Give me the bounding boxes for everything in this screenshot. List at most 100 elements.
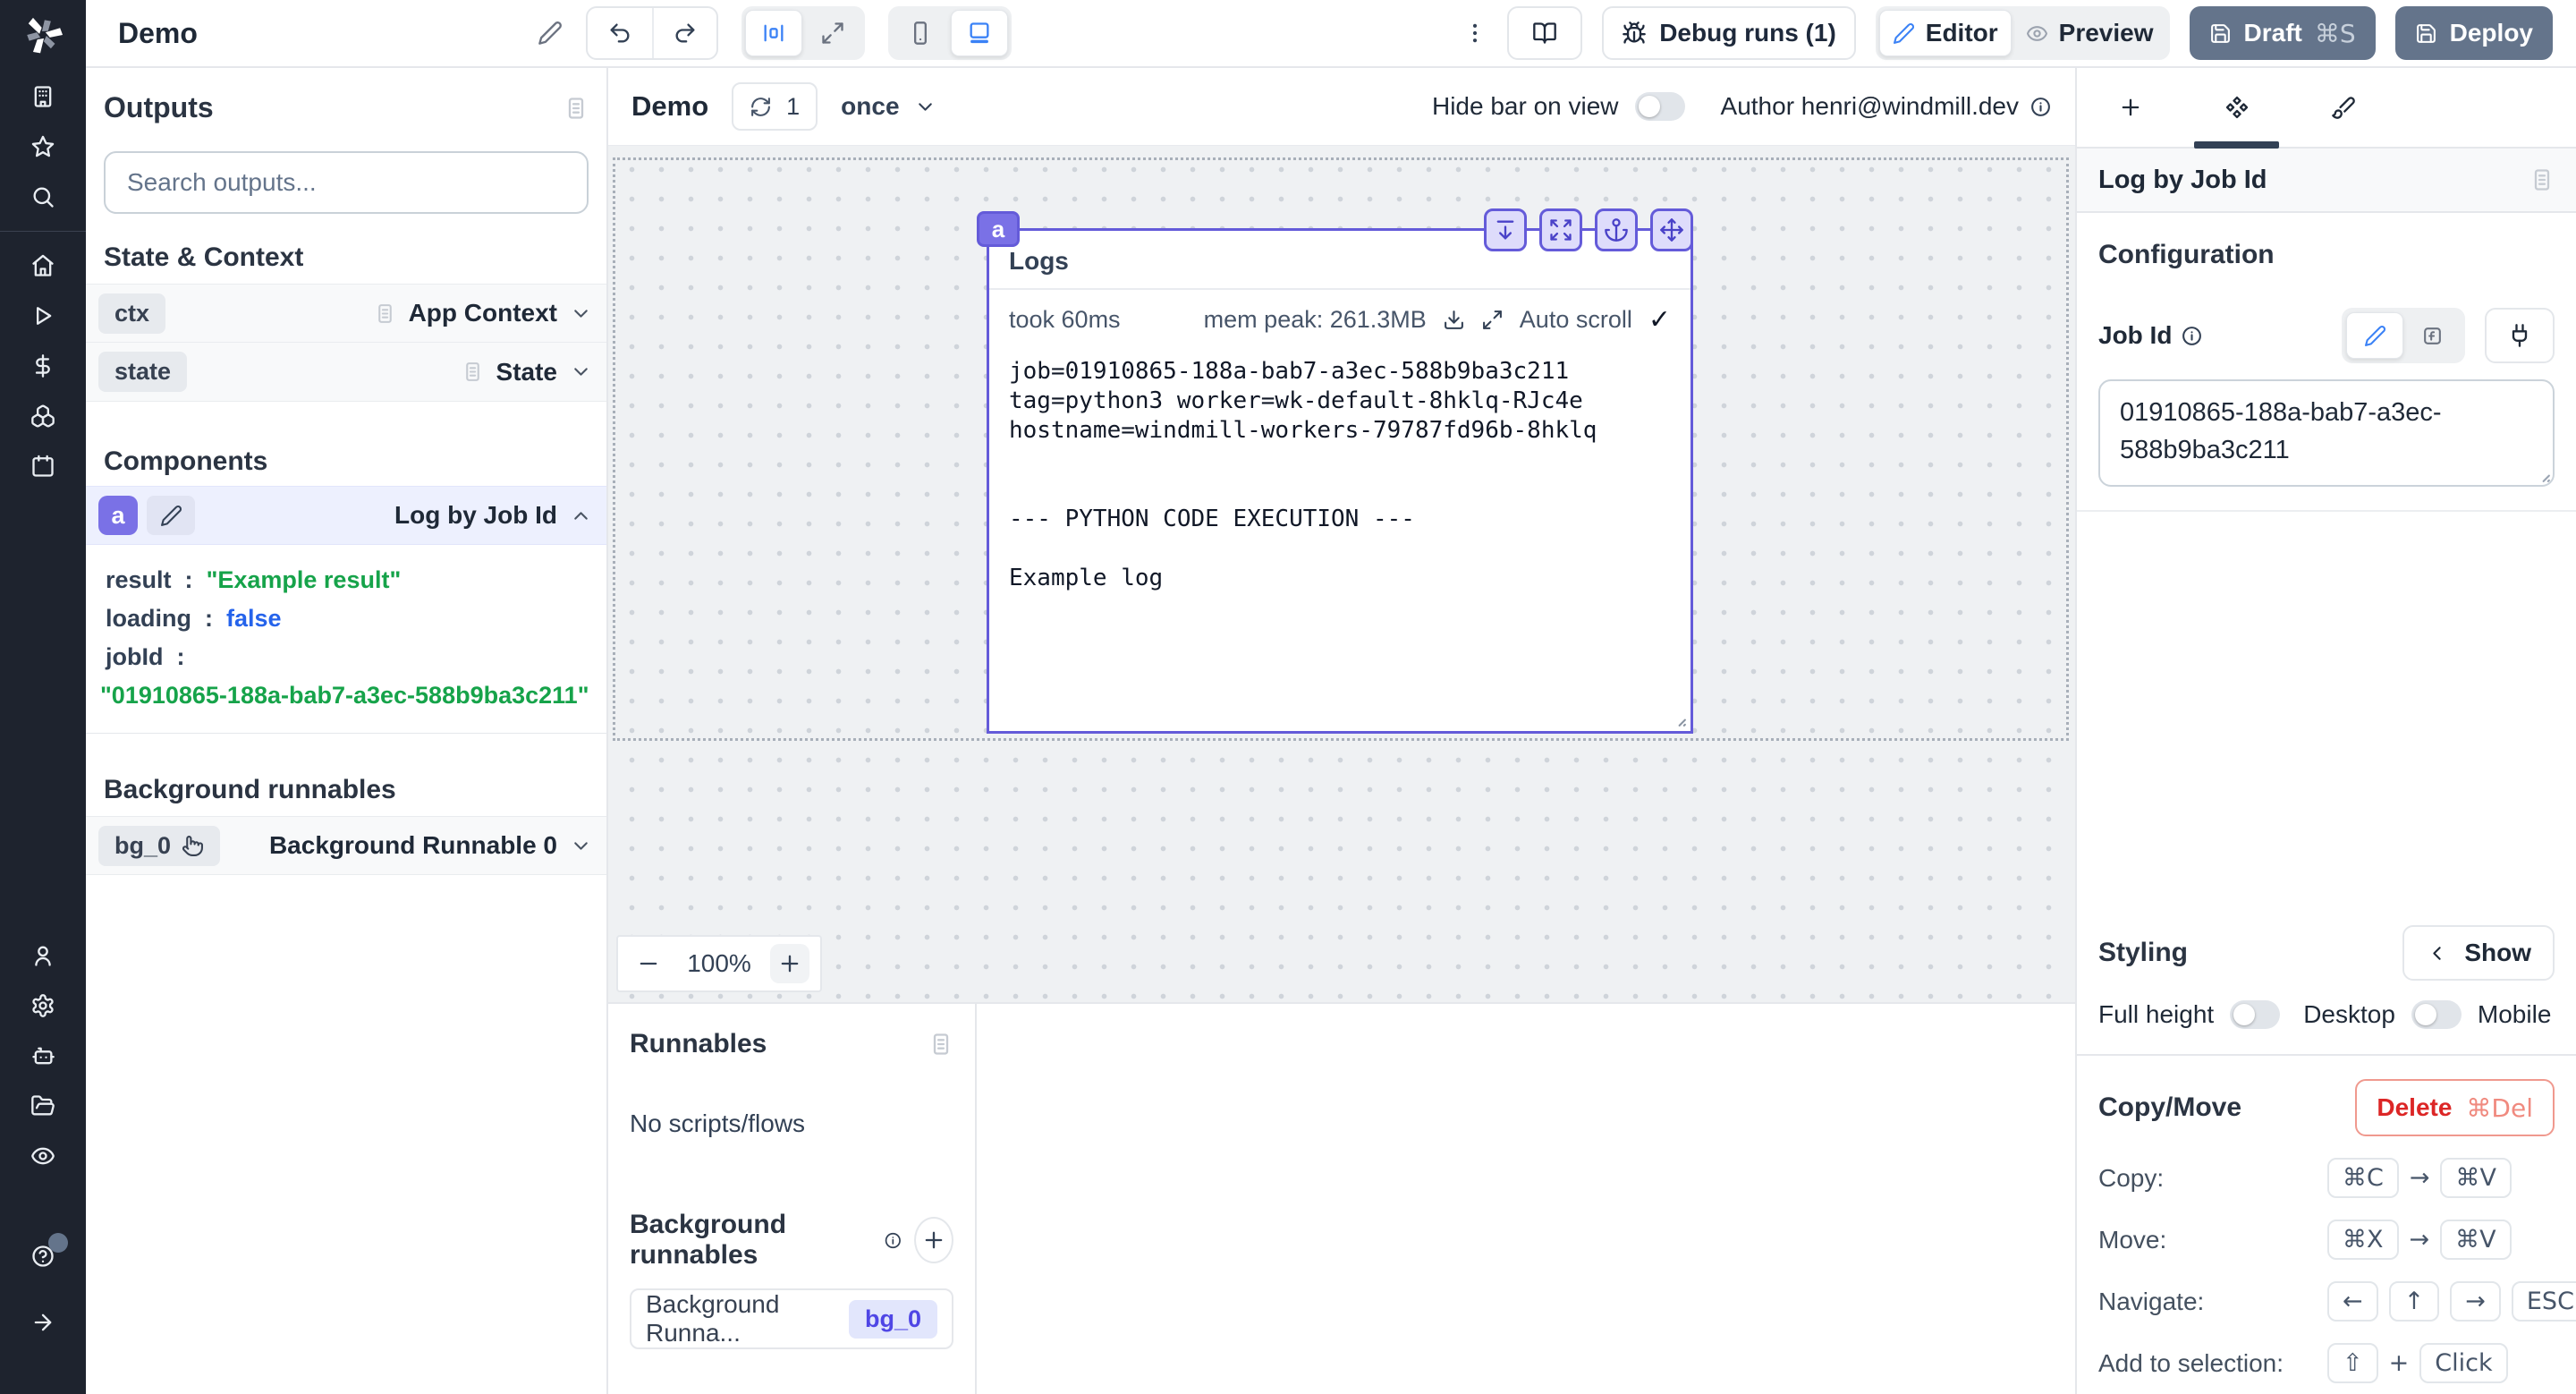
brush-icon <box>2331 95 2356 120</box>
tab-editor[interactable]: Editor <box>1879 10 2012 56</box>
doc-icon <box>462 361 484 383</box>
settings-gear-icon[interactable] <box>21 984 64 1027</box>
resize-handle-icon[interactable] <box>1665 706 1688 728</box>
add-background-runnable-button[interactable] <box>914 1217 953 1263</box>
help-notification-dot <box>48 1233 68 1253</box>
prop-jobid[interactable]: jobId : <box>106 638 606 676</box>
home-icon[interactable] <box>21 244 64 287</box>
favorites-star-icon[interactable] <box>21 125 64 168</box>
edit-component-id-pencil-icon[interactable] <box>147 496 195 535</box>
refresh-mode-dropdown[interactable]: once <box>841 92 936 121</box>
hide-bar-toggle[interactable] <box>1635 92 1685 121</box>
zoom-in-button[interactable] <box>770 944 809 983</box>
auto-scroll-check-icon[interactable]: ✓ <box>1648 304 1671 336</box>
doc-icon[interactable] <box>928 1032 953 1057</box>
desktop-toggle[interactable] <box>2411 1000 2462 1029</box>
doc-icon[interactable] <box>564 96 589 121</box>
workers-bot-icon[interactable] <box>21 1034 64 1077</box>
workspace-buildings-icon[interactable] <box>21 75 64 118</box>
bg0-row-label: Background Runnable 0 <box>269 831 557 860</box>
background-runnable-item[interactable]: Background Runna... bg_0 <box>630 1288 953 1349</box>
windmill-app-editor: Demo Debug runs (1) <box>0 0 2576 1394</box>
folders-icon[interactable] <box>21 1084 64 1127</box>
rename-app-pencil-icon[interactable] <box>538 21 563 46</box>
variables-dollar-icon[interactable] <box>21 344 64 387</box>
download-logs-icon[interactable] <box>1443 309 1465 331</box>
tab-add-component[interactable] <box>2077 68 2183 147</box>
debug-runs-button[interactable]: Debug runs (1) <box>1602 6 1856 60</box>
windmill-logo[interactable] <box>0 0 86 68</box>
info-icon[interactable] <box>884 1229 902 1252</box>
background-runnable-row[interactable]: bg_0 Background Runnable 0 <box>86 816 606 875</box>
undo-button[interactable] <box>588 8 652 58</box>
chevron-down-icon <box>914 96 936 118</box>
inspector-header: Log by Job Id <box>2077 149 2576 213</box>
refresh-button[interactable]: 1 <box>732 82 818 131</box>
zoom-control: 100% <box>616 935 822 992</box>
runnables-panel: Runnables No scripts/flows Background ru… <box>608 1004 977 1394</box>
job-id-input[interactable]: 01910865-188a-bab7-a3ec-588b9ba3c211 <box>2098 379 2555 487</box>
tab-styling-brush[interactable] <box>2290 68 2396 147</box>
prop-loading[interactable]: loading : false <box>106 599 606 638</box>
background-runnables-heading: Background runnables <box>104 775 396 804</box>
app-title: Demo <box>118 17 198 50</box>
centered-layout-button[interactable] <box>745 10 802 56</box>
docs-button[interactable] <box>1507 6 1582 60</box>
doc-icon[interactable] <box>2529 167 2555 192</box>
bg-runnable-item-label: Background Runna... <box>646 1290 833 1347</box>
component-action-chips <box>1484 208 1693 251</box>
info-icon[interactable] <box>2181 325 2203 347</box>
prop-result[interactable]: result : "Example result" <box>106 561 606 599</box>
bug-icon <box>1622 21 1647 46</box>
mobile-view-button[interactable] <box>892 10 949 56</box>
shortcut-row-copy: Copy: ⌘C → ⌘V <box>2098 1158 2555 1198</box>
connect-plug-button[interactable] <box>2485 308 2555 363</box>
component-id-badge: a <box>98 496 138 535</box>
fullwidth-layout-button[interactable] <box>804 10 861 56</box>
prop-jobid-value[interactable]: "01910865-188a-bab7-a3ec-588b9ba3c211" <box>100 676 606 715</box>
delete-shortcut: ⌘Del <box>2466 1093 2533 1123</box>
undo-redo-group <box>586 6 718 60</box>
app-canvas: a Logs took 60ms mem peak: 261.3MB <box>608 146 2075 1002</box>
anchor-icon[interactable] <box>1595 208 1638 251</box>
delete-component-button[interactable]: Delete ⌘Del <box>2355 1079 2555 1136</box>
desktop-view-button[interactable] <box>951 10 1008 56</box>
logs-component[interactable]: a Logs took 60ms mem peak: 261.3MB <box>987 228 1693 734</box>
expand-icon[interactable] <box>1539 208 1582 251</box>
bg0-key-badge: bg_0 <box>98 826 220 866</box>
output-row-ctx[interactable]: ctx App Context <box>86 284 606 343</box>
search-icon[interactable] <box>21 175 64 218</box>
resources-boxes-icon[interactable] <box>21 395 64 438</box>
expression-input-fx-button[interactable] <box>2403 312 2461 359</box>
delete-label: Delete <box>2377 1093 2452 1122</box>
full-height-toggle[interactable] <box>2230 1000 2280 1029</box>
runs-play-icon[interactable] <box>21 294 64 337</box>
expand-logs-icon[interactable] <box>1481 309 1504 331</box>
search-outputs-input[interactable] <box>104 151 589 214</box>
draft-button[interactable]: Draft ⌘S <box>2190 6 2376 60</box>
static-input-pencil-button[interactable] <box>2346 312 2403 359</box>
expand-down-icon[interactable] <box>1484 208 1527 251</box>
tab-preview[interactable]: Preview <box>2013 10 2166 56</box>
component-row-label: Log by Job Id <box>394 501 557 530</box>
zoom-out-button[interactable] <box>629 944 668 983</box>
help-icon[interactable] <box>21 1235 64 1278</box>
kbd-key: ⌘V <box>2440 1220 2511 1260</box>
move-icon[interactable] <box>1650 208 1693 251</box>
output-row-state[interactable]: state State <box>86 343 606 402</box>
rail-divider <box>0 231 86 232</box>
audit-eye-icon[interactable] <box>21 1135 64 1177</box>
show-styling-button[interactable]: Show <box>2402 925 2555 981</box>
kbd-key: ⇧ <box>2327 1343 2378 1383</box>
textarea-resize-handle-icon[interactable] <box>2529 462 2552 484</box>
component-row-a[interactable]: a Log by Job Id <box>86 486 606 545</box>
more-menu-kebab-icon[interactable] <box>1462 21 1487 46</box>
tab-component-settings[interactable] <box>2183 68 2290 147</box>
user-icon[interactable] <box>21 934 64 977</box>
deploy-button[interactable]: Deploy <box>2395 6 2553 60</box>
redo-button[interactable] <box>652 8 716 58</box>
schedules-calendar-icon[interactable] <box>21 445 64 488</box>
info-icon[interactable] <box>2029 96 2052 118</box>
collapse-rail-arrow-icon[interactable] <box>21 1301 64 1344</box>
canvas-section: Demo 1 once Hide bar on view Author henr… <box>608 68 2075 1394</box>
